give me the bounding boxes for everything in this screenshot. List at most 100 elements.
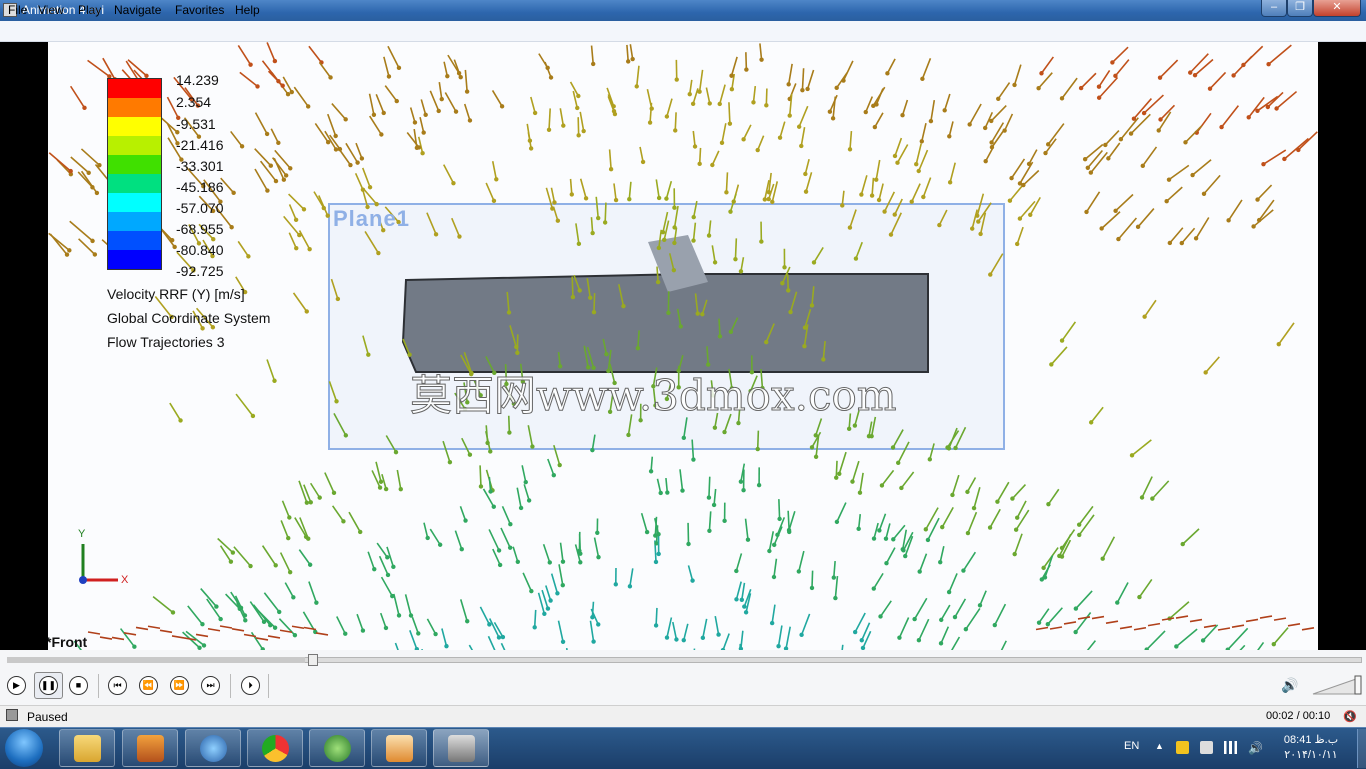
- legend-tick: -68.955: [176, 221, 223, 237]
- velocity-arrow: [1206, 357, 1220, 373]
- velocity-arrow-head: [387, 74, 391, 78]
- velocity-arrow-head: [1002, 128, 1006, 132]
- velocity-arrow-head: [492, 199, 496, 203]
- velocity-arrow: [1118, 218, 1136, 239]
- velocity-arrow: [991, 106, 1006, 121]
- velocity-arrow-head: [231, 191, 235, 195]
- velocity-arrow-head: [947, 134, 951, 138]
- volume-slider[interactable]: [1311, 674, 1363, 696]
- start-button[interactable]: [5, 729, 43, 767]
- velocity-arrow-head: [1282, 157, 1286, 161]
- velocity-arrow-head: [757, 483, 761, 487]
- velocity-arrow-head: [338, 147, 342, 151]
- velocity-arrow: [605, 203, 606, 223]
- taskbar-internet[interactable]: [185, 729, 241, 767]
- velocity-arrow-head: [1041, 566, 1045, 570]
- velocity-arrow: [299, 481, 307, 503]
- speaker-icon[interactable]: 🔊: [1248, 741, 1261, 754]
- velocity-arrow-head: [343, 117, 347, 121]
- download-icon: [324, 735, 351, 762]
- velocity-arrow-head: [395, 99, 399, 103]
- velocity-arrow-head: [872, 536, 876, 540]
- rewind-button[interactable]: ⏪: [139, 676, 158, 695]
- language-indicator[interactable]: EN: [1124, 740, 1139, 752]
- mute-icon[interactable]: 🔇: [1343, 710, 1357, 723]
- taskbar-chrome[interactable]: [247, 729, 303, 767]
- velocity-arrow-head: [810, 586, 814, 590]
- tray-expand-icon[interactable]: ▲: [1155, 741, 1164, 751]
- velocity-arrow-head: [656, 552, 660, 556]
- velocity-arrow: [1246, 619, 1258, 621]
- axis-y-label: Y: [78, 528, 85, 540]
- velocity-arrow: [765, 180, 769, 199]
- velocity-arrow-head: [697, 162, 701, 166]
- velocity-arrow: [709, 477, 710, 498]
- tray-clock[interactable]: 08:41 ب.ظ ۲۰۱۴/۱۰/۱۱: [1280, 733, 1342, 763]
- close-button[interactable]: ✕: [1313, 0, 1361, 17]
- menu-help[interactable]: Help: [235, 3, 260, 17]
- velocity-arrow-head: [803, 172, 807, 176]
- velocity-arrow-head: [682, 436, 686, 440]
- velocity-arrow-head: [742, 604, 746, 608]
- velocity-arrow: [283, 501, 290, 518]
- velocity-arrow-head: [372, 567, 376, 571]
- stop-button[interactable]: ■: [69, 676, 88, 695]
- network-icon[interactable]: [1224, 741, 1237, 754]
- velocity-arrow: [314, 192, 324, 208]
- show-desktop-button[interactable]: [1357, 729, 1366, 768]
- velocity-arrow: [1204, 175, 1220, 193]
- velocity-arrow-head: [729, 330, 733, 334]
- velocity-arrow-head: [786, 82, 790, 86]
- view-label: *Front: [48, 634, 87, 650]
- tray-app-icon[interactable]: [1176, 741, 1189, 754]
- velocity-arrow-head: [917, 169, 921, 173]
- velocity-arrow: [267, 42, 275, 61]
- pause-button[interactable]: ❚❚: [39, 676, 58, 695]
- seek-progress: [7, 657, 305, 663]
- velocity-arrow-head: [810, 445, 814, 449]
- forward-button[interactable]: ⏩: [170, 676, 189, 695]
- velocity-arrow: [1062, 322, 1075, 341]
- velocity-arrow-head: [1060, 554, 1064, 558]
- velocity-arrow: [309, 46, 322, 62]
- velocity-arrow-head: [1046, 502, 1050, 506]
- taskbar-media-player-classic[interactable]: [433, 729, 489, 767]
- play-button[interactable]: ▶: [7, 676, 26, 695]
- seek-thumb[interactable]: [308, 654, 318, 666]
- frame-step-button[interactable]: ⏵: [241, 676, 260, 695]
- menu-play[interactable]: Play: [78, 3, 101, 17]
- velocity-arrow: [281, 520, 288, 538]
- velocity-arrow-head: [718, 334, 722, 338]
- velocity-arrow-head: [231, 550, 235, 554]
- velocity-arrow-head: [722, 430, 726, 434]
- previous-button[interactable]: ⏮: [108, 676, 127, 695]
- velocity-arrow-head: [328, 75, 332, 79]
- velocity-arrow: [410, 630, 417, 649]
- menu-favorites[interactable]: Favorites: [175, 3, 224, 17]
- velocity-arrow: [742, 583, 745, 600]
- next-button[interactable]: ⏭: [201, 676, 220, 695]
- velocity-arrow: [899, 618, 908, 638]
- velocity-arrow: [1044, 548, 1059, 568]
- minimize-button[interactable]: –: [1261, 0, 1287, 17]
- menu-file[interactable]: File: [8, 3, 27, 17]
- velocity-arrow: [264, 593, 279, 612]
- maximize-button[interactable]: ❐: [1287, 0, 1313, 17]
- taskbar-explorer[interactable]: [59, 729, 115, 767]
- velocity-arrow-head: [903, 554, 907, 558]
- taskbar-media[interactable]: [371, 729, 427, 767]
- menu-view[interactable]: View: [38, 3, 64, 17]
- velocity-arrow-head: [202, 643, 206, 647]
- velocity-arrow-head: [873, 125, 877, 129]
- velocity-arrow-head: [307, 247, 311, 251]
- tray-device-icon[interactable]: [1200, 741, 1213, 754]
- menu-navigate[interactable]: Navigate: [114, 3, 161, 17]
- taskbar-package[interactable]: [122, 729, 178, 767]
- velocity-arrow-head: [724, 190, 728, 194]
- velocity-arrow: [675, 112, 676, 130]
- volume-icon[interactable]: 🔊: [1281, 677, 1297, 693]
- taskbar-download[interactable]: [309, 729, 365, 767]
- velocity-arrow: [1160, 60, 1178, 78]
- velocity-arrow: [1005, 114, 1013, 131]
- velocity-arrow-head: [487, 622, 491, 626]
